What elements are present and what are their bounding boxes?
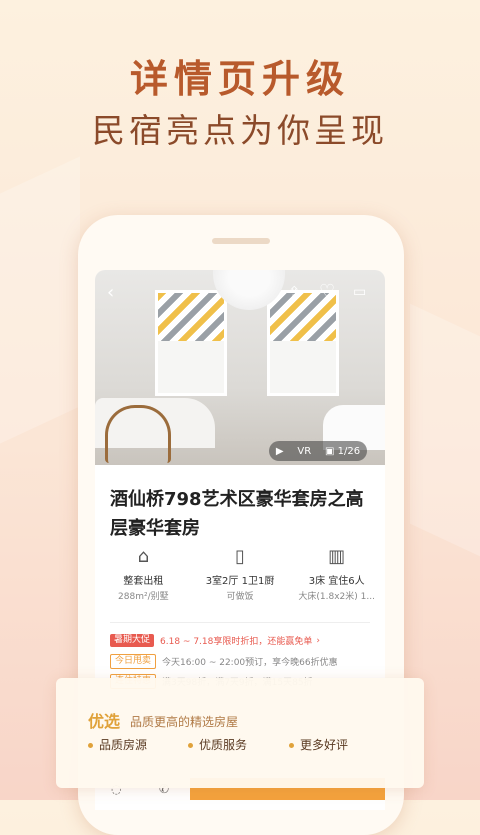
chair <box>105 405 171 463</box>
bg-shape <box>0 156 80 444</box>
fact-line2: 可做饭 <box>226 592 254 602</box>
bullet-icon <box>88 743 93 748</box>
window-right <box>267 290 339 396</box>
fact-line1: 3床 宜住6人 <box>308 576 365 587</box>
phone-speaker <box>212 238 270 244</box>
promo-text: 今天16:00 ~ 22:00预订，享今晚66折优惠 <box>162 658 338 668</box>
hero-subtitle: 民宿亮点为你呈现 <box>92 111 388 150</box>
feature-label: 优质服务 <box>199 738 248 752</box>
fact-line2: 大床(1.8x2米) 1... <box>298 592 375 602</box>
fact-line1: 3室2厅 1卫1厨 <box>205 576 275 587</box>
bg-shape <box>410 303 480 557</box>
fact-item: ▯ 3室2厅 1卫1厨 可做饭 <box>192 546 289 606</box>
chevron-right-icon: › <box>316 635 320 646</box>
comment-icon[interactable]: ▭ <box>353 285 366 299</box>
promo-row: 今日甩卖 今天16:00 ~ 22:00预订，享今晚66折优惠 <box>110 654 380 669</box>
promo-row[interactable]: 暑期大促 6.18 ~ 7.18享限时折扣，还能赢免单 › <box>110 634 380 647</box>
divider <box>110 622 370 623</box>
feature-item: 优质服务 <box>188 736 247 753</box>
vr-label: VR <box>297 445 312 457</box>
feature-item: 更多好评 <box>289 736 348 753</box>
feature-label: 更多好评 <box>300 738 349 752</box>
listing-facts: ⌂ 整套出租 288m²/别墅 ▯ 3室2厅 1卫1厨 可做饭 ▥ 3床 宜住6… <box>95 546 385 606</box>
photo-counter-text: 1/26 <box>337 445 361 457</box>
promo-tag: 暑期大促 <box>110 634 155 647</box>
listing-title: 酒仙桥798艺术区豪华套房之高层豪华套房 <box>110 489 364 539</box>
back-icon[interactable]: ‹ <box>107 284 114 302</box>
feature-item: 品质房源 <box>88 736 147 753</box>
promo-tag: 今日甩卖 <box>110 654 157 669</box>
video-icon: ▶ <box>275 445 284 457</box>
bullet-icon <box>289 743 294 748</box>
door-icon: ▯ <box>235 546 245 567</box>
fact-line1: 整套出租 <box>123 576 164 587</box>
fact-item: ▥ 3床 宜住6人 大床(1.8x2米) 1... <box>288 546 385 606</box>
card-subheading: 品质更高的精选房屋 <box>130 715 239 729</box>
photo-counter: ▣ 1/26 <box>324 445 361 457</box>
bullet-icon <box>188 743 193 748</box>
card-heading: 优选 <box>88 712 121 731</box>
hero-title: 详情页升级 <box>129 57 350 101</box>
promo-text: 6.18 ~ 7.18享限时折扣，还能赢免单 <box>160 637 313 647</box>
fact-item: ⌂ 整套出租 288m²/别墅 <box>95 546 192 606</box>
house-icon: ⌂ <box>137 546 150 567</box>
window-left <box>155 290 227 396</box>
feature-label: 品质房源 <box>99 738 148 752</box>
feature-card: 优选 品质更高的精选房屋 品质房源 优质服务 更多好评 <box>56 678 424 788</box>
media-badge[interactable]: ▶ VR ▣ 1/26 <box>269 441 367 461</box>
bed-icon: ▥ <box>328 546 346 567</box>
fact-line2: 288m²/别墅 <box>118 592 169 602</box>
blind <box>158 293 224 341</box>
heart-icon[interactable]: ♡ <box>319 283 335 301</box>
listing-photo[interactable]: ‹ ⇪ ♡ ▭ ▶ VR ▣ 1/26 <box>95 270 385 465</box>
share-icon[interactable]: ⇪ <box>288 285 301 300</box>
